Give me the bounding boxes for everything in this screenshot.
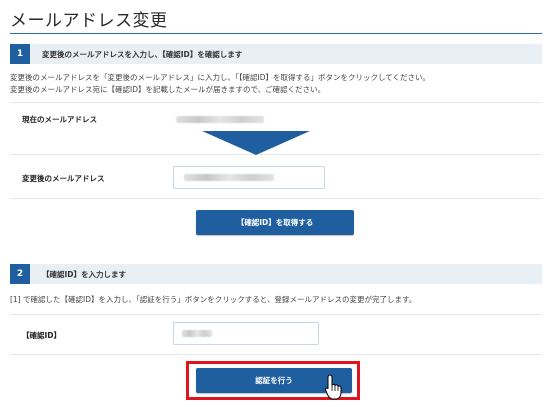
mouse-pointer-icon: [324, 374, 342, 400]
current-email-value-masked: [176, 116, 264, 123]
section1-step-number: 1: [10, 44, 30, 64]
new-email-label: 変更後のメールアドレス: [22, 174, 105, 183]
section2-header: 2 【確認ID】を入力します: [10, 264, 542, 284]
confirm-id-label: 【確認ID】: [22, 331, 62, 340]
current-email-label: 現在のメールアドレス: [22, 115, 97, 124]
divider: [10, 314, 542, 315]
section2-description: [1] で確認した【確認ID】を入力し、「認証を行う」ボタンをクリックすると、登…: [10, 295, 417, 304]
section1-description-line1: 変更後のメールアドレスを「変更後のメールアドレス」に入力し、「【確認ID】を取得…: [10, 73, 431, 82]
confirm-id-input[interactable]: [173, 322, 319, 345]
section1-description-line2: 変更後のメールアドレス宛に【確認ID】を記載したメールが届きますので、ご確認くだ…: [10, 85, 326, 94]
page-title: メールアドレス変更: [10, 11, 168, 31]
divider: [10, 354, 542, 355]
divider: [10, 102, 542, 103]
section1-title: 変更後のメールアドレスを入力し、【確認ID】を確認します: [42, 49, 243, 59]
title-divider: [10, 33, 542, 34]
section2-title: 【確認ID】を入力します: [42, 269, 127, 279]
down-arrow-icon: [202, 131, 310, 155]
get-confirmation-id-button[interactable]: 【確認ID】を取得する: [196, 210, 354, 235]
new-email-value-masked: [184, 174, 274, 181]
section2-step-number: 2: [10, 264, 30, 284]
confirm-id-value-masked: [182, 330, 212, 337]
section1-header: 1 変更後のメールアドレスを入力し、【確認ID】を確認します: [10, 44, 542, 64]
divider: [10, 198, 542, 199]
new-email-input[interactable]: [173, 166, 325, 189]
